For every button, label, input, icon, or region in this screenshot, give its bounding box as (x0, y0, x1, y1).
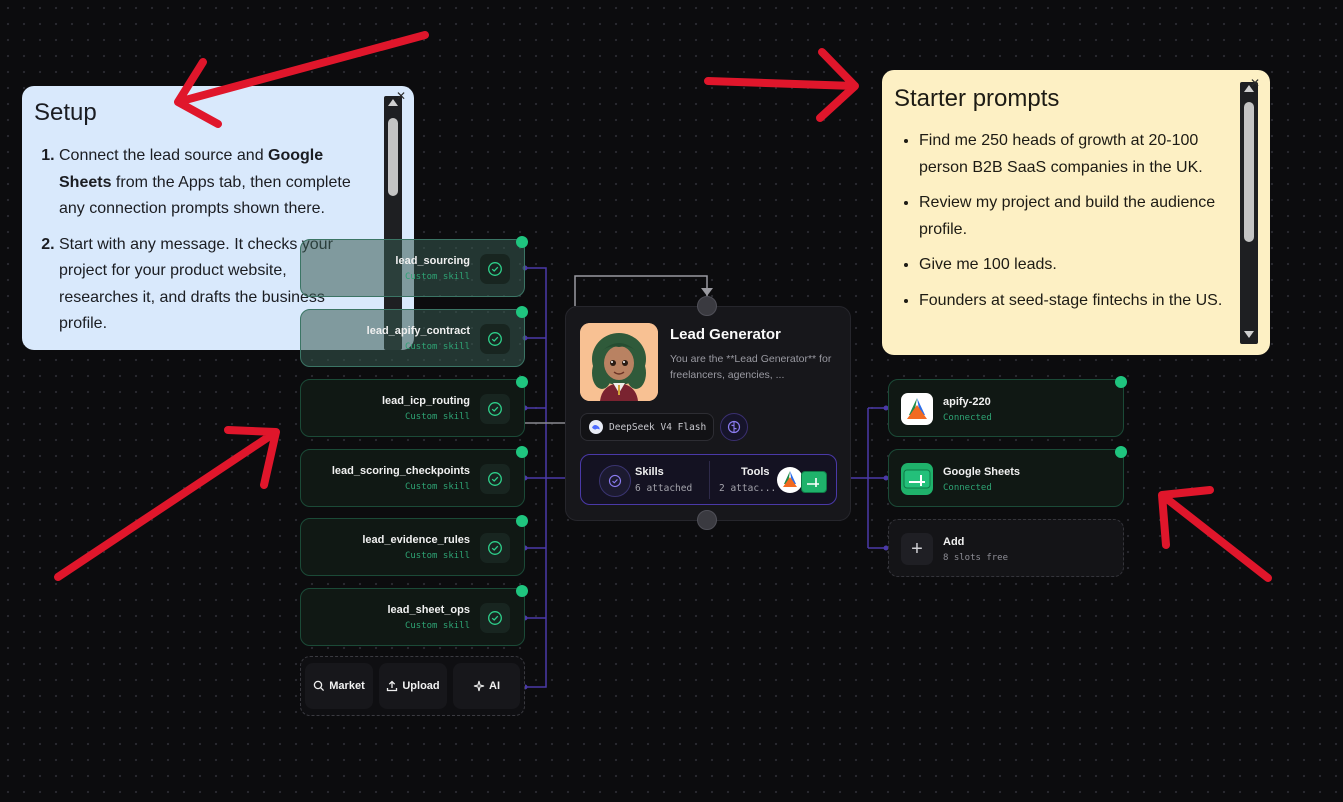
status-dot (516, 376, 528, 388)
brain-settings-button[interactable] (720, 413, 748, 441)
close-icon[interactable]: ✕ (1250, 76, 1260, 90)
check-circle-icon (480, 603, 510, 633)
starter-note-scrollbar[interactable] (1240, 82, 1258, 344)
scroll-down-icon[interactable] (1244, 331, 1254, 338)
apify-logo-icon (901, 393, 933, 425)
plus-icon: + (901, 533, 933, 565)
tool-status: Connected (943, 413, 992, 423)
tool-node-apify[interactable]: apify-220 Connected (888, 376, 1127, 437)
skill-name: lead_scoring_checkpoints (331, 465, 470, 477)
starter-prompt[interactable]: Review my project and build the audience… (919, 190, 1231, 243)
tools-label[interactable]: Tools (741, 466, 770, 478)
skill-type: Custom skill (404, 621, 470, 631)
skills-tools-panel: Skills 6 attached Tools 2 attac... (580, 454, 837, 505)
skill-node-lead-sourcing[interactable]: lead_sourcing Custom skill (300, 236, 528, 297)
check-circle-icon (480, 324, 510, 354)
skill-type: Custom skill (404, 551, 470, 561)
add-tool-slots: 8 slots free (943, 553, 1009, 563)
skill-name: lead_evidence_rules (362, 534, 470, 546)
check-circle-icon (480, 533, 510, 563)
skill-node-lead-sheet-ops[interactable]: lead_sheet_ops Custom skill (300, 585, 528, 646)
skills-label[interactable]: Skills (635, 466, 664, 478)
status-dot (516, 446, 528, 458)
deepseek-logo-icon (589, 420, 603, 434)
status-dot (1115, 376, 1127, 388)
search-icon (314, 680, 325, 692)
status-dot (516, 585, 528, 597)
check-circle-icon (480, 394, 510, 424)
upload-button[interactable]: Upload (379, 663, 447, 709)
agent-card[interactable]: Lead Generator You are the **Lead Genera… (565, 306, 851, 521)
scroll-thumb[interactable] (388, 118, 398, 196)
skill-actions-bar: Market Upload AI (300, 656, 525, 716)
agent-description: You are the **Lead Generator** for freel… (670, 353, 832, 381)
status-dot (516, 236, 528, 248)
output-port[interactable] (697, 510, 717, 530)
skill-node-lead-scoring-checkpoints[interactable]: lead_scoring_checkpoints Custom skill (300, 446, 528, 507)
check-circle-icon (480, 464, 510, 494)
google-sheets-logo-icon (901, 463, 933, 495)
skill-name: lead_sheet_ops (387, 604, 470, 616)
ai-button[interactable]: AI (453, 663, 520, 709)
add-tool-label: Add (943, 536, 965, 548)
starter-prompt[interactable]: Find me 250 heads of growth at 20-100 pe… (919, 128, 1231, 181)
skill-type: Custom skill (404, 342, 470, 352)
status-dot (516, 306, 528, 318)
check-circle-icon (480, 254, 510, 284)
starter-prompts-note[interactable]: Starter prompts Find me 250 heads of gro… (882, 70, 1270, 355)
skills-count: 6 attached (635, 483, 693, 494)
market-button[interactable]: Market (305, 663, 373, 709)
skill-name: lead_sourcing (395, 255, 470, 267)
sparkles-icon (473, 680, 485, 692)
status-dot (1115, 446, 1127, 458)
skills-check-icon (599, 465, 631, 497)
skill-type: Custom skill (404, 482, 470, 492)
starter-note-title: Starter prompts (894, 85, 1060, 112)
skill-name: lead_apify_contract (366, 325, 470, 337)
upload-icon (387, 680, 398, 692)
setup-step-1: Connect the lead source and Google Sheet… (59, 143, 359, 223)
skill-node-lead-evidence-rules[interactable]: lead_evidence_rules Custom skill (300, 515, 528, 576)
scroll-thumb[interactable] (1244, 102, 1254, 242)
skill-node-lead-icp-routing[interactable]: lead_icp_routing Custom skill (300, 376, 528, 437)
add-tool-node[interactable]: + Add 8 slots free (888, 519, 1124, 577)
status-dot (516, 515, 528, 527)
model-selector[interactable]: DeepSeek V4 Flash (580, 413, 714, 441)
google-sheets-logo-icon (801, 471, 827, 493)
panel-divider (709, 461, 710, 499)
tool-status: Connected (943, 483, 992, 493)
starter-prompt[interactable]: Founders at seed-stage fintechs in the U… (919, 288, 1231, 315)
brain-icon (727, 420, 741, 434)
tool-name: Google Sheets (943, 466, 1021, 478)
starter-prompt[interactable]: Give me 100 leads. (919, 252, 1231, 279)
apify-logo-icon (777, 467, 803, 493)
tools-count: 2 attac... (719, 483, 777, 494)
agent-title: Lead Generator (670, 326, 781, 343)
setup-note-title: Setup (34, 99, 97, 126)
skill-type: Custom skill (404, 412, 470, 422)
input-port[interactable] (697, 296, 717, 316)
skill-node-lead-apify-contract[interactable]: lead_apify_contract Custom skill (300, 306, 528, 367)
close-icon[interactable]: ✕ (396, 89, 406, 103)
tool-name: apify-220 (943, 396, 991, 408)
skill-type: Custom skill (404, 272, 470, 282)
skill-name: lead_icp_routing (381, 395, 470, 407)
starter-prompt-list: Find me 250 heads of growth at 20-100 pe… (895, 128, 1231, 323)
tool-node-google-sheets[interactable]: Google Sheets Connected (888, 446, 1127, 507)
agent-avatar (580, 323, 658, 401)
